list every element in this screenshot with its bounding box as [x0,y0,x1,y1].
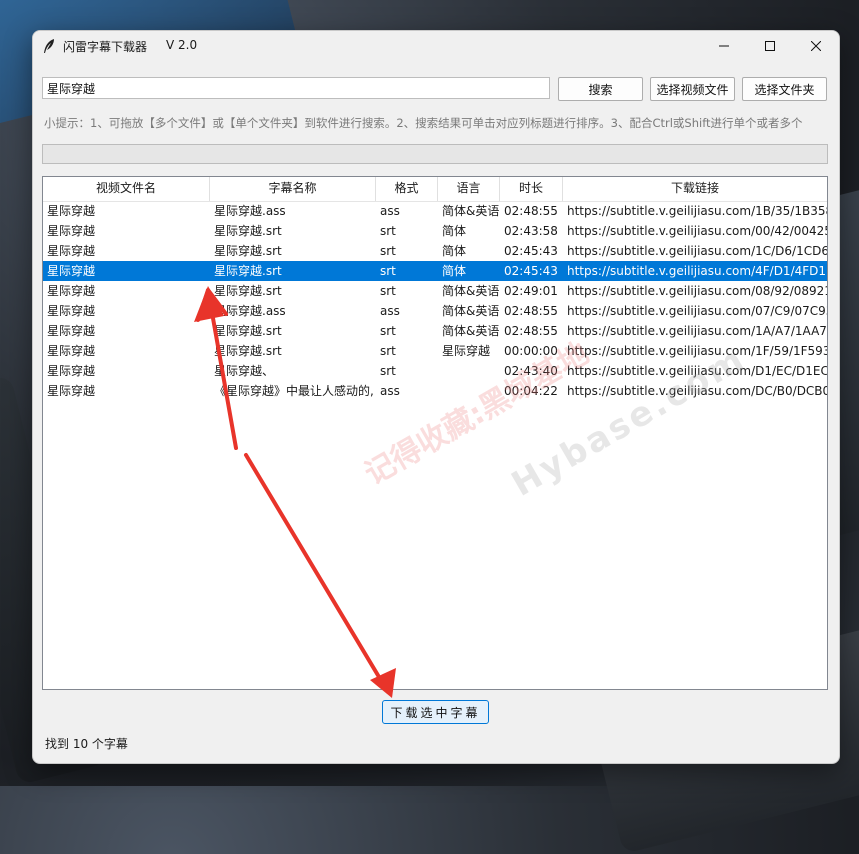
cell-video-filename: 星际穿越 [47,344,96,358]
cell-download-link: https://subtitle.v.geilijiasu.com/D1/EC/… [567,364,827,378]
cell-format: ass [380,304,400,318]
column-header-subtitle-name[interactable]: 字幕名称 [210,177,376,201]
cell-language: 简体 [442,224,467,238]
cell-duration: 02:45:43 [504,264,558,278]
cell-language: 简体&英语 [442,284,500,298]
cell-format: srt [380,324,396,338]
table-row[interactable]: 星际穿越 星际穿越.srt srt 简体&英语 02:49:01 https://subt… [43,281,827,301]
cell-video-filename: 星际穿越 [47,224,96,238]
select-folder-button[interactable]: 选择文件夹 [742,77,827,101]
select-video-file-button[interactable]: 选择视频文件 [650,77,735,101]
table-row[interactable]: 星际穿越 星际穿越.ass ass 简体&英语 02:48:55 https://subt… [43,301,827,321]
cell-language [438,361,500,381]
cell-video-filename: 星际穿越 [47,204,96,218]
cell-format: srt [380,284,396,298]
cell-download-link: https://subtitle.v.geilijiasu.com/07/C9/… [567,304,827,318]
download-selected-button[interactable]: 下载选中字幕 [382,700,489,724]
cell-format: ass [380,384,400,398]
cell-language: 星际穿越 [442,344,491,358]
search-button[interactable]: 搜索 [558,77,643,101]
tip-text: 小提示：1、可拖放【多个文件】或【单个文件夹】到软件进行搜索。2、搜索结果可单击… [44,116,803,130]
window-version: V 2.0 [166,38,198,52]
table-row[interactable]: 星际穿越 星际穿越.srt srt 星际穿越 00:00:00 https://subti… [43,341,827,361]
title-bar[interactable]: 闪雷字幕下载器 V 2.0 [33,31,839,61]
results-table[interactable]: 视频文件名 字幕名称 格式 语言 时长 下载链接 星际穿越 星际穿越.ass ass… [42,176,828,690]
table-row[interactable]: 星际穿越 星际穿越.srt srt 简体&英语 02:48:55 https://subt… [43,321,827,341]
cell-video-filename: 星际穿越 [47,284,96,298]
table-header: 视频文件名 字幕名称 格式 语言 时长 下载链接 [43,177,827,202]
app-window: 闪雷字幕下载器 V 2.0 搜索 选择视频文件 选择文件夹 小提示：1、可拖放【… [32,30,840,764]
cell-format: srt [380,224,396,238]
column-header-video-filename[interactable]: 视频文件名 [43,177,210,201]
cell-duration: 02:45:43 [504,244,558,258]
table-row[interactable]: 星际穿越 星际穿越.srt srt 简体 02:45:43 https://subtitl… [43,241,827,261]
cell-subtitle-name: 星际穿越.srt [214,344,282,358]
cell-language [438,381,500,401]
cell-download-link: https://subtitle.v.geilijiasu.com/00/42/… [567,224,827,238]
column-header-download-link[interactable]: 下载链接 [563,177,827,201]
cell-language: 简体 [442,244,467,258]
status-text: 找到 10 个字幕 [45,737,128,751]
cell-video-filename: 星际穿越 [47,264,96,278]
cell-video-filename: 星际穿越 [47,324,96,338]
cell-duration: 00:00:00 [504,344,558,358]
cell-duration: 02:48:55 [504,324,558,338]
cell-subtitle-name: 星际穿越.ass [214,204,286,218]
cell-language: 简体 [442,264,467,278]
maximize-button[interactable] [747,31,793,61]
cell-video-filename: 星际穿越 [47,384,96,398]
cell-download-link: https://subtitle.v.geilijiasu.com/1C/D6/… [567,244,827,258]
cell-subtitle-name: 星际穿越.ass [214,304,286,318]
table-row[interactable]: 星际穿越 星际穿越.srt srt 简体 02:45:43 https://subtitl… [43,261,827,281]
table-row[interactable]: 星际穿越 星际穿越.srt srt 简体 02:43:58 https://subtitl… [43,221,827,241]
cell-download-link: https://subtitle.v.geilijiasu.com/4F/D1/… [567,264,827,278]
cell-duration: 02:43:58 [504,224,558,238]
table-row[interactable]: 星际穿越 《星际穿越》中最让人感动的, ass 00:04:22 https://sub… [43,381,827,401]
close-button[interactable] [793,31,839,61]
cell-subtitle-name: 星际穿越.srt [214,244,282,258]
column-header-format[interactable]: 格式 [376,177,438,201]
cell-subtitle-name: 星际穿越.srt [214,284,282,298]
cell-video-filename: 星际穿越 [47,364,96,378]
cell-subtitle-name: 星际穿越、 [214,364,275,378]
column-header-duration[interactable]: 时长 [500,177,563,201]
cell-video-filename: 星际穿越 [47,304,96,318]
cell-subtitle-name: 《星际穿越》中最让人感动的, [214,384,374,398]
cell-download-link: https://subtitle.v.geilijiasu.com/1A/A7/… [567,324,827,338]
minimize-button[interactable] [701,31,747,61]
search-input[interactable] [42,77,550,99]
cell-format: srt [380,244,396,258]
feather-icon [42,38,56,54]
table-row[interactable]: 星际穿越 星际穿越、 srt 02:43:40 https://subtitle.v.g… [43,361,827,381]
cell-duration: 00:04:22 [504,384,558,398]
table-row[interactable]: 星际穿越 星际穿越.ass ass 简体&英语 02:48:55 https://subt… [43,201,827,221]
cell-language: 简体&英语 [442,204,500,218]
cell-download-link: https://subtitle.v.geilijiasu.com/1B/35/… [567,204,827,218]
cell-subtitle-name: 星际穿越.srt [214,324,282,338]
cell-format: ass [380,204,400,218]
cell-download-link: https://subtitle.v.geilijiasu.com/08/92/… [567,284,827,298]
cell-duration: 02:48:55 [504,304,558,318]
cell-language: 简体&英语 [442,304,500,318]
cell-subtitle-name: 星际穿越.srt [214,224,282,238]
cell-video-filename: 星际穿越 [47,244,96,258]
cell-subtitle-name: 星际穿越.srt [214,264,282,278]
window-title: 闪雷字幕下载器 [63,40,148,54]
cell-language: 简体&英语 [442,324,500,338]
cell-download-link: https://subtitle.v.geilijiasu.com/DC/B0/… [567,384,827,398]
column-header-language[interactable]: 语言 [438,177,500,201]
progress-bar [42,144,828,164]
cell-duration: 02:48:55 [504,204,558,218]
table-body: 星际穿越 星际穿越.ass ass 简体&英语 02:48:55 https://subt… [43,201,827,401]
cell-format: srt [380,264,396,278]
cell-format: srt [380,344,396,358]
cell-duration: 02:43:40 [504,364,558,378]
cell-format: srt [380,364,396,378]
cell-duration: 02:49:01 [504,284,558,298]
cell-download-link: https://subtitle.v.geilijiasu.com/1F/59/… [567,344,827,358]
